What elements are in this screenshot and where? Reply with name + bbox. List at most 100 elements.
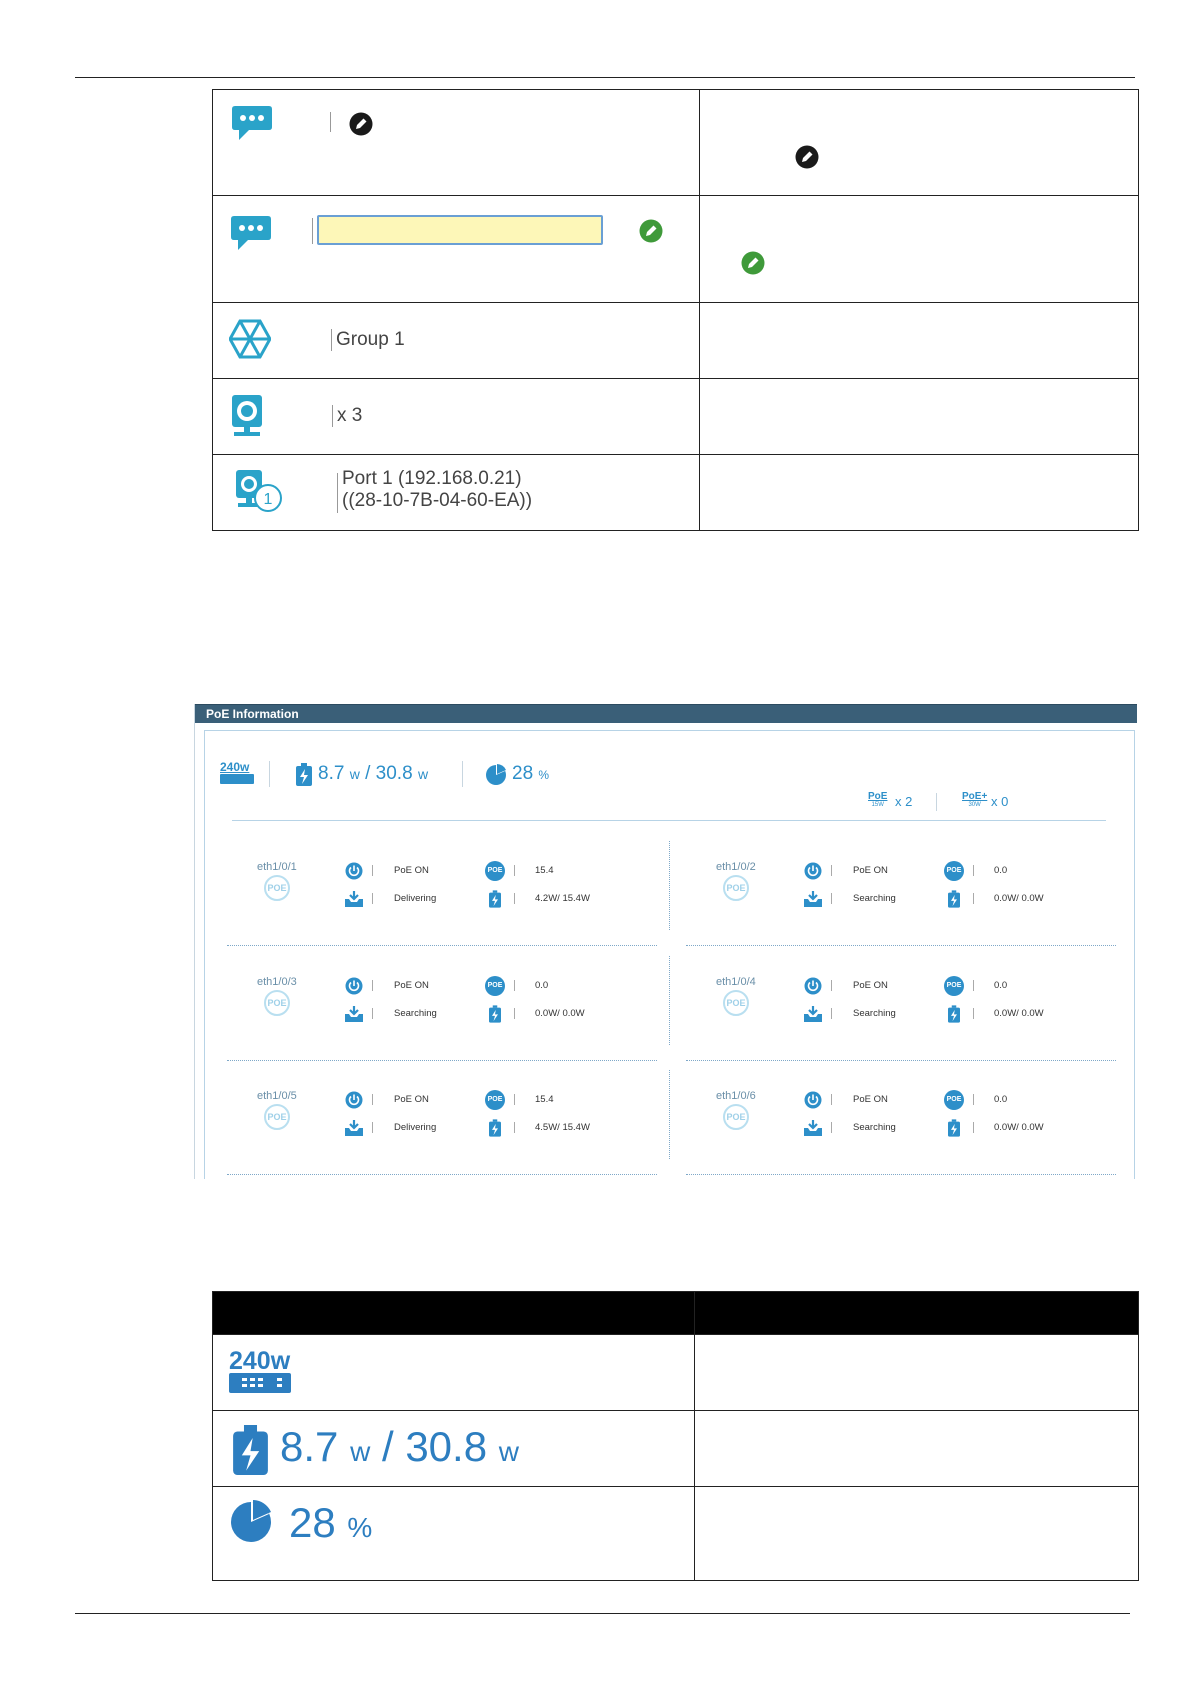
power-total: 30.8 [405, 1423, 488, 1470]
power-separator: / [365, 763, 371, 784]
poe-count: x 2 [895, 794, 913, 809]
power-icon[interactable] [804, 862, 822, 880]
separator [337, 473, 338, 513]
separator [514, 980, 515, 991]
usage-percent: 28 [512, 763, 534, 784]
poe-status: PoE ON [394, 980, 429, 991]
delivery-icon [804, 1006, 822, 1022]
table-row: 240w [212, 1334, 1139, 1411]
port-card[interactable]: eth1/0/6 POE PoE ON Searching POE 0.0 0.0W/ 0.… [688, 1090, 1108, 1150]
save-pencil-icon[interactable] [639, 219, 663, 243]
power-used: 8.7 [318, 763, 345, 784]
poe-state: Delivering [394, 1122, 437, 1133]
poe-power-value: 0.0W/ 0.0W [535, 1008, 585, 1019]
power-icon[interactable] [345, 977, 363, 995]
separator [514, 893, 515, 904]
port-card[interactable]: eth1/0/3 POE PoE ON Searching POE 0.0 0.0W/ 0.… [229, 976, 649, 1036]
usage-pie-icon [231, 1500, 271, 1542]
poe-class-value: 0.0 [994, 1094, 1008, 1105]
description-cell [694, 1486, 1139, 1581]
table-row: x 3 [212, 378, 1139, 455]
icon-description-table: Group 1 x 3 1 Port 1 (192.168.0.21) ((28… [212, 89, 1139, 531]
separator [973, 1008, 974, 1019]
camera-device-icon [232, 395, 262, 436]
comment-input[interactable] [317, 215, 603, 245]
separator [330, 112, 331, 132]
row-divider [227, 1174, 657, 1175]
edit-pencil-icon[interactable] [349, 112, 373, 136]
table-row: 28 % [212, 1486, 1139, 1581]
power-icon[interactable] [804, 977, 822, 995]
port-card[interactable]: eth1/0/4 POE PoE ON Searching POE 0.0 0.0W/ 0.… [688, 976, 1108, 1036]
table-header-row [212, 1291, 1139, 1335]
separator [372, 1008, 373, 1019]
delivery-icon [804, 891, 822, 907]
battery-bolt-icon [233, 1425, 268, 1475]
poe-state: Searching [853, 1122, 896, 1133]
poe-class-value: 15.4 [535, 1094, 554, 1105]
poe-power-value: 0.0W/ 0.0W [994, 893, 1044, 904]
separator [269, 761, 270, 787]
poeplus-label: PoE+ [962, 791, 988, 802]
separator [514, 1008, 515, 1019]
delivery-icon [345, 891, 363, 907]
poe-sub: 15W [871, 802, 884, 808]
row-divider [227, 1060, 657, 1061]
switch-ports-icon [229, 1373, 291, 1393]
separator [331, 329, 332, 351]
battery-bolt-icon [948, 1119, 960, 1137]
separator [372, 1122, 373, 1133]
poe-status: PoE ON [394, 1094, 429, 1105]
poe-state: Searching [853, 893, 896, 904]
poeplus-type-badge: PoE+ 30W [962, 791, 988, 809]
separator [973, 980, 974, 991]
delivery-icon [345, 1006, 363, 1022]
power-icon[interactable] [345, 862, 363, 880]
delivery-icon [804, 1120, 822, 1136]
poe-status: PoE ON [853, 980, 888, 991]
separator [831, 893, 832, 904]
port-card[interactable]: eth1/0/5 POE PoE ON Delivering POE 15.4 4.5W/ … [229, 1090, 649, 1150]
poe-class-value: 0.0 [994, 865, 1008, 876]
power-icon[interactable] [804, 1091, 822, 1109]
separator [831, 1094, 832, 1105]
port-card[interactable]: eth1/0/1 POE PoE ON Delivering POE 15.4 4.2W/ … [229, 861, 649, 921]
header-rule [75, 77, 1135, 78]
icon-cell: 1 Port 1 (192.168.0.21) ((28-10-7B-04-60… [212, 454, 700, 531]
poe-label: PoE [868, 791, 888, 802]
power-unit: w [349, 766, 360, 782]
separator [514, 1122, 515, 1133]
poeplus-sub: 30W [968, 802, 981, 808]
power-total-unit: w [498, 1436, 519, 1467]
separator [372, 865, 373, 876]
table-row: Group 1 [212, 302, 1139, 379]
power-icon[interactable] [345, 1091, 363, 1109]
edit-pencil-icon [795, 145, 819, 169]
separator [831, 1008, 832, 1019]
separator [973, 1122, 974, 1133]
icon-cell: 240w [212, 1334, 695, 1411]
port-mac: ((28-10-7B-04-60-EA)) [342, 490, 533, 511]
battery-bolt-icon [296, 763, 312, 786]
table-row [212, 195, 1139, 303]
poe-power-value: 0.0W/ 0.0W [994, 1122, 1044, 1133]
poe-class-icon: POE [485, 861, 505, 881]
poe-class-icon: POE [944, 861, 964, 881]
poe-status: PoE ON [394, 865, 429, 876]
separator [332, 405, 333, 427]
group-hexagon-icon [229, 319, 271, 359]
budget-label: 240w [220, 760, 250, 774]
separator [372, 1094, 373, 1105]
description-cell [699, 454, 1139, 531]
port-card[interactable]: eth1/0/2 POE PoE ON Searching POE 0.0 0.0W/ 0.… [688, 861, 1108, 921]
battery-bolt-icon [489, 1119, 501, 1137]
power-total: 30.8 [375, 763, 413, 784]
poe-class-value: 0.0 [535, 980, 549, 991]
icon-cell [212, 195, 700, 303]
separator [462, 761, 463, 787]
poe-class-icon: POE [485, 1090, 505, 1110]
usage-percent: 28 [289, 1499, 336, 1546]
port-name: eth1/0/2 [716, 861, 756, 873]
summary-icon-table: 240w 8.7 w / 30.8 w 28 % [212, 1291, 1139, 1581]
poe-port-icon: POE [723, 1104, 749, 1130]
